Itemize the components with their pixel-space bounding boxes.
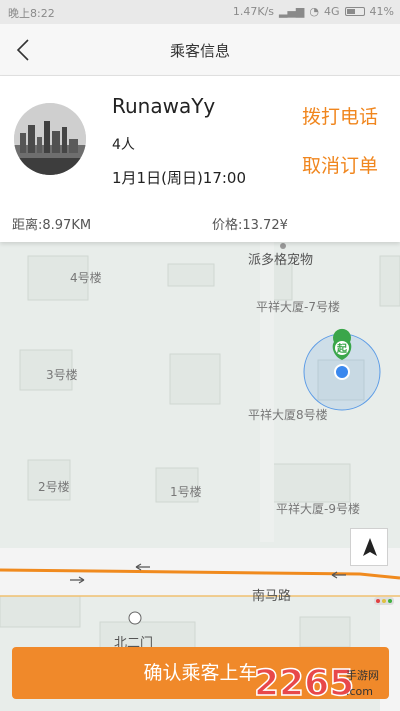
passenger-name: RunawaYy: [112, 94, 216, 118]
watermark-number: 2265: [254, 663, 354, 704]
start-marker-label: 起: [337, 344, 347, 355]
page-title: 乘客信息: [169, 42, 230, 60]
call-button[interactable]: 拨打电话: [302, 102, 378, 129]
passenger-card: RunawaYy 4人 1月1日(周日)17:00 拨打电话 取消订单 距离:8…: [0, 76, 400, 242]
map-label-building-4: 4号楼: [70, 271, 102, 285]
city-skyline-image: [14, 103, 86, 175]
network-speed: 1.47K/s: [232, 5, 275, 18]
trip-time: 1月1日(周日)17:00: [112, 169, 247, 187]
watermark-domain: .com: [346, 685, 373, 698]
watermark-site: 手游网: [346, 668, 379, 682]
distance-text: 距离:8.97KM: [12, 218, 92, 233]
passenger-count: 4人: [112, 137, 135, 153]
map-label-pet: 派多格宠物: [248, 253, 314, 268]
watermark-logo: 2265 手游网 .com: [250, 657, 400, 707]
status-time: 晚上8:22: [8, 7, 55, 20]
price-text: 价格:13.72¥: [212, 218, 288, 233]
map-label-building-1: 1号楼: [170, 485, 202, 499]
map-label-building-3: 3号楼: [46, 368, 78, 382]
nav-bar: 乘客信息: [0, 24, 400, 76]
map-label-pingxiang-9: 平祥大厦-9号楼: [276, 502, 360, 516]
wifi-icon: ◔: [309, 5, 320, 18]
map-label-pingxiang-8: 平祥大厦8号楼: [248, 408, 328, 422]
locate-button[interactable]: [350, 528, 388, 566]
signal-icon: ▂▄▆: [279, 5, 305, 18]
navigation-arrow-icon: [363, 538, 377, 556]
network-type: 4G: [324, 5, 340, 18]
map-label-road: 南马路: [252, 589, 292, 604]
status-right: 1.47K/s ▂▄▆ ◔ 4G 41%: [233, 5, 394, 18]
cancel-order-button[interactable]: 取消订单: [302, 151, 378, 178]
map-label-building-2: 2号楼: [38, 480, 70, 494]
map-view[interactable]: 派多格宠物 4号楼 平祥大厦-7号楼 3号楼 平祥大厦8号楼 2号楼 1号楼 平…: [0, 242, 400, 711]
status-bar: 晚上8:22 1.47K/s ▂▄▆ ◔ 4G 41%: [0, 0, 400, 24]
map-label-pingxiang-7: 平祥大厦-7号楼: [256, 300, 340, 314]
battery-icon: [344, 7, 365, 16]
battery-level: 41%: [369, 5, 394, 18]
avatar[interactable]: [14, 103, 86, 175]
map-canvas: [0, 242, 400, 711]
